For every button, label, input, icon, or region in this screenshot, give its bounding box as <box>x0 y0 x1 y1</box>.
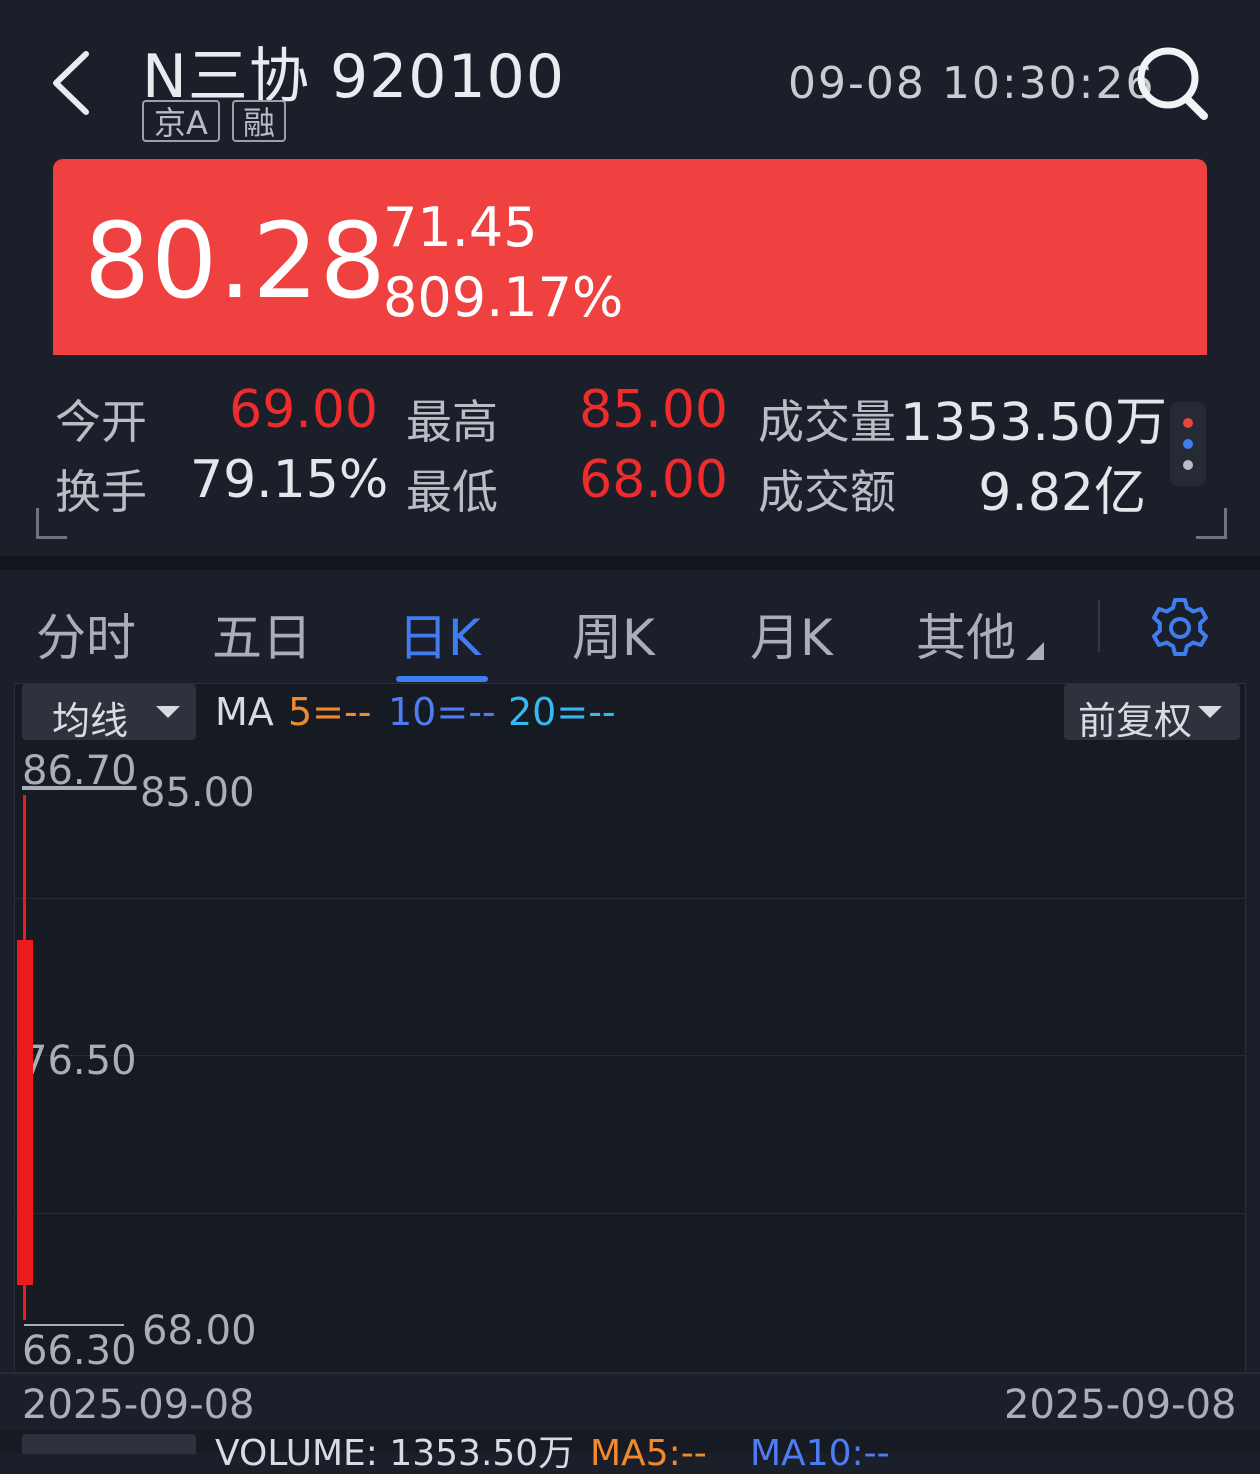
tab-daily-k[interactable]: 日K <box>398 598 481 670</box>
tab-five-day[interactable]: 五日 <box>212 598 312 670</box>
search-icon[interactable] <box>1134 44 1210 122</box>
grid-line <box>15 898 1245 899</box>
high-marker-label: 85.00 <box>140 770 255 816</box>
x-axis-start-date: 2025-09-08 <box>22 1382 255 1428</box>
grid-line <box>15 1213 1245 1214</box>
indicator-dropdown-icon <box>156 706 180 718</box>
volume-ma10: MA10:-- <box>750 1433 890 1474</box>
y-axis-min-rule <box>24 1324 124 1326</box>
turnover-value: 79.15% <box>190 450 389 510</box>
y-axis-mid: 76.50 <box>22 1038 137 1084</box>
candle-body <box>17 940 33 1285</box>
amount-value: 9.82亿 <box>978 463 1146 523</box>
expand-corner-left-icon[interactable] <box>36 508 67 539</box>
ma-label: MA <box>215 690 274 734</box>
turnover-label: 换手 <box>55 465 147 519</box>
tab-weekly-k[interactable]: 周K <box>572 598 655 670</box>
price-change: 71.45 <box>383 196 538 259</box>
high-value: 85.00 <box>579 380 728 440</box>
active-tab-indicator <box>396 676 488 682</box>
more-stats-button[interactable] <box>1170 402 1206 486</box>
page-dot-2 <box>1183 439 1193 449</box>
price-change-pct: 809.17% <box>383 266 624 329</box>
other-dropdown-icon <box>1026 642 1044 660</box>
volume-label: 成交量 <box>758 395 896 449</box>
grid-line <box>15 1055 1245 1056</box>
indicator-select-label: 均线 <box>52 699 129 743</box>
high-label: 最高 <box>406 395 498 449</box>
low-label: 最低 <box>406 465 498 519</box>
adjust-select-label: 前复权 <box>1078 699 1193 743</box>
ma20-value: 20=-- <box>508 690 616 734</box>
low-value: 68.00 <box>579 450 728 510</box>
open-label: 今开 <box>55 395 147 449</box>
volume-value: 1353.50万 <box>900 393 1168 453</box>
tab-intraday[interactable]: 分时 <box>36 598 136 670</box>
page-dot-3 <box>1183 460 1193 470</box>
quote-datetime: 09-08 10:30:26 <box>788 58 1156 109</box>
margin-tag: 融 <box>232 100 286 142</box>
tab-divider <box>1098 600 1100 652</box>
volume-readout: VOLUME: 1353.50万 <box>215 1433 575 1474</box>
y-axis-min: 66.30 <box>22 1328 137 1374</box>
volume-ma5: MA5:-- <box>590 1433 707 1474</box>
ma10-value: 10=-- <box>388 690 496 734</box>
y-axis-max: 86.70 <box>22 748 137 794</box>
tab-monthly-k[interactable]: 月K <box>750 598 833 670</box>
exchange-tag: 京A <box>142 100 220 142</box>
last-price: 80.28 <box>84 200 387 322</box>
section-divider <box>0 556 1260 570</box>
open-value: 69.00 <box>229 380 378 440</box>
amount-label: 成交额 <box>758 465 896 519</box>
adjust-dropdown-icon <box>1198 706 1222 718</box>
page-dot-1 <box>1183 418 1193 428</box>
x-axis-end-date: 2025-09-08 <box>1004 1382 1237 1428</box>
gear-icon[interactable] <box>1148 596 1212 660</box>
expand-corner-right-icon[interactable] <box>1196 508 1227 539</box>
volume-indicator-select[interactable] <box>22 1434 196 1454</box>
low-marker-label: 68.00 <box>142 1308 257 1354</box>
ma5-value: 5=-- <box>288 690 372 734</box>
back-arrow-icon[interactable] <box>48 48 98 118</box>
chart-bottom-rule <box>0 1372 1260 1374</box>
tab-other[interactable]: 其他 <box>916 598 1016 670</box>
